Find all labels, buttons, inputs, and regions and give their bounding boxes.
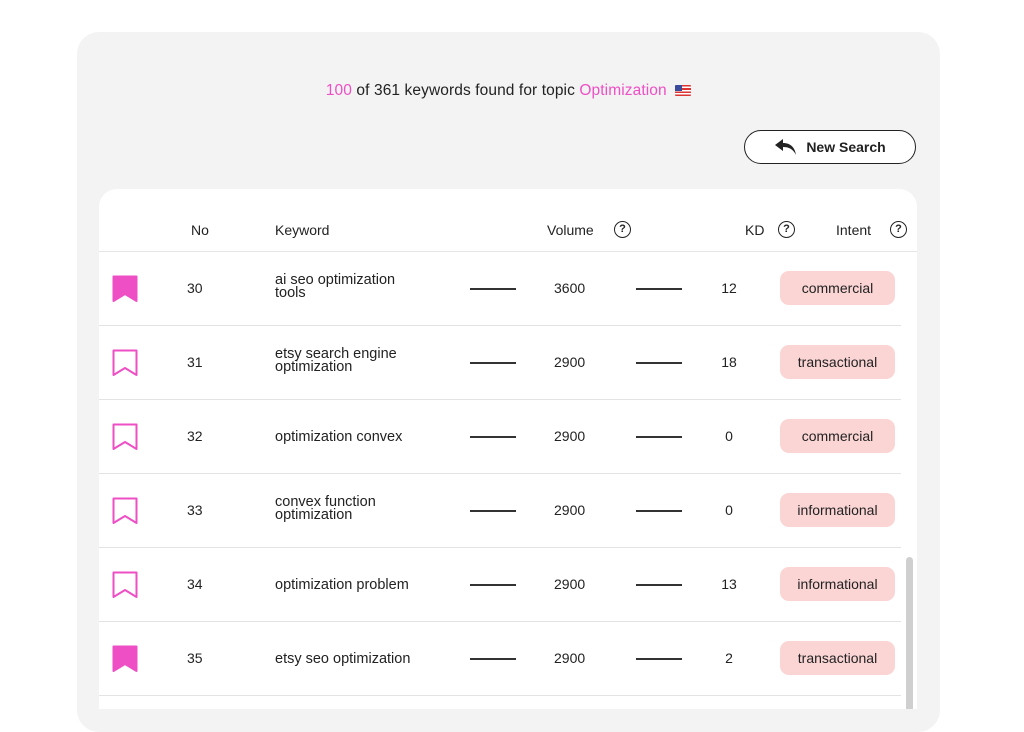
volume-value: 2900 xyxy=(554,354,586,370)
intent-badge: commercial xyxy=(780,271,895,305)
undo-arrow-icon xyxy=(775,139,797,155)
table-row: 35 etsy seo optimization 2900 2 transact… xyxy=(99,622,901,696)
total-text: 361 keywords found for topic xyxy=(373,82,575,99)
new-search-button[interactable]: New Search xyxy=(744,130,916,164)
intent-badge: transactional xyxy=(780,345,895,379)
row-number: 35 xyxy=(187,650,203,666)
volume-value: 2900 xyxy=(554,576,586,592)
table-body: 30 ai seo optimization tools 3600 12 comm… xyxy=(99,252,901,696)
intent-help-icon[interactable]: ? xyxy=(890,221,907,238)
trend-placeholder xyxy=(470,658,516,660)
header-no: No xyxy=(191,222,209,238)
kd-value: 12 xyxy=(721,280,737,296)
kd-value: 2 xyxy=(725,650,733,666)
keyword-text: etsy search engine optimization xyxy=(275,346,397,375)
volume-help-icon[interactable]: ? xyxy=(614,221,631,238)
cpc-placeholder xyxy=(636,510,682,512)
scrollbar-thumb[interactable] xyxy=(906,557,913,709)
keyword-text: convex function optimization xyxy=(275,494,376,523)
intent-badge: commercial xyxy=(780,419,895,453)
bookmark-filled-icon[interactable] xyxy=(112,645,138,673)
new-search-label: New Search xyxy=(806,139,886,155)
table-row: 30 ai seo optimization tools 3600 12 comm… xyxy=(99,252,901,326)
us-flag-icon xyxy=(675,85,692,96)
keyword-table: No Keyword Volume ? KD ? Intent ? 30 ai … xyxy=(99,189,917,709)
cpc-placeholder xyxy=(636,436,682,438)
table-row: 31 etsy search engine optimization 2900 1… xyxy=(99,326,901,400)
keyword-text: ai seo optimization tools xyxy=(275,272,396,301)
volume-value: 2900 xyxy=(554,502,586,518)
kd-value: 0 xyxy=(725,428,733,444)
table-row: 34 optimization problem 2900 13 informat… xyxy=(99,548,901,622)
trend-placeholder xyxy=(470,362,516,364)
cpc-placeholder xyxy=(636,362,682,364)
row-number: 33 xyxy=(187,502,203,518)
row-number: 32 xyxy=(187,428,203,444)
row-number: 31 xyxy=(187,354,203,370)
trend-placeholder xyxy=(470,584,516,586)
header-kd: KD xyxy=(745,222,765,238)
bookmark-outline-icon[interactable] xyxy=(112,571,138,599)
cpc-placeholder xyxy=(636,288,682,290)
intent-badge: informational xyxy=(780,493,895,527)
kd-value: 0 xyxy=(725,502,733,518)
shown-count: 100 xyxy=(325,82,352,99)
table-header: No Keyword Volume ? KD ? Intent ? xyxy=(99,189,917,252)
keyword-text: etsy seo optimization xyxy=(275,651,411,667)
volume-value: 3600 xyxy=(554,280,586,296)
kd-help-icon[interactable]: ? xyxy=(778,221,795,238)
bookmark-outline-icon[interactable] xyxy=(112,497,138,525)
of-text: of xyxy=(356,82,370,99)
table-row: 32 optimization convex 2900 0 commercial xyxy=(99,400,901,474)
kd-value: 13 xyxy=(721,576,737,592)
header-volume: Volume xyxy=(547,222,594,238)
results-summary: 100 of 361 keywords found for topic Opti… xyxy=(77,82,940,100)
volume-value: 2900 xyxy=(554,428,586,444)
results-panel: 100 of 361 keywords found for topic Opti… xyxy=(77,32,940,732)
bookmark-outline-icon[interactable] xyxy=(112,423,138,451)
intent-badge: transactional xyxy=(780,641,895,675)
header-intent: Intent xyxy=(836,222,872,238)
topic-name: Optimization xyxy=(579,82,667,99)
table-row: 33 convex function optimization 2900 0 in… xyxy=(99,474,901,548)
intent-badge: informational xyxy=(780,567,895,601)
row-number: 30 xyxy=(187,280,203,296)
row-number: 34 xyxy=(187,576,203,592)
cpc-placeholder xyxy=(636,584,682,586)
keyword-text: optimization problem xyxy=(275,577,409,593)
keyword-text: optimization convex xyxy=(275,429,403,445)
trend-placeholder xyxy=(470,436,516,438)
header-keyword: Keyword xyxy=(275,222,330,238)
cpc-placeholder xyxy=(636,658,682,660)
table-scrollbar[interactable] xyxy=(904,252,914,709)
trend-placeholder xyxy=(470,288,516,290)
volume-value: 2900 xyxy=(554,650,586,666)
kd-value: 18 xyxy=(721,354,737,370)
bookmark-outline-icon[interactable] xyxy=(112,349,138,377)
trend-placeholder xyxy=(470,510,516,512)
bookmark-filled-icon[interactable] xyxy=(112,275,138,303)
